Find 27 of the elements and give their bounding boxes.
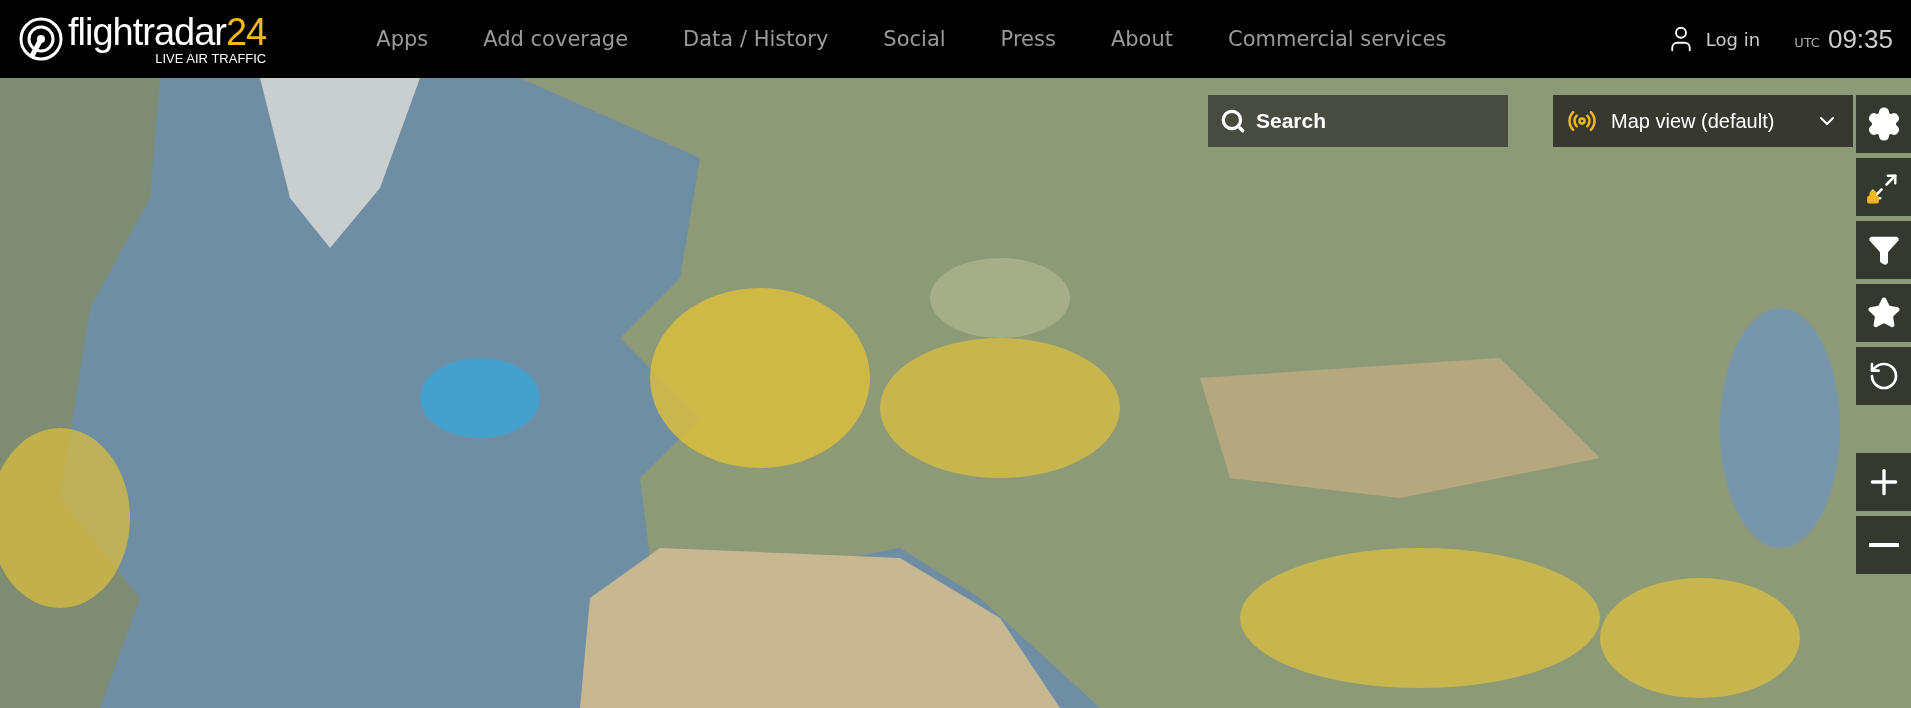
zoom-out-button[interactable] bbox=[1856, 516, 1911, 574]
filter-icon bbox=[1867, 234, 1900, 266]
nav-link[interactable]: About bbox=[1110, 27, 1173, 51]
logo-wordmark[interactable]: flightradar24 bbox=[68, 12, 267, 51]
filter-button[interactable] bbox=[1856, 221, 1911, 279]
settings-button[interactable] bbox=[1856, 95, 1911, 153]
nav-link[interactable]: Press bbox=[1000, 27, 1056, 51]
nav-link[interactable]: Commercial services bbox=[1228, 27, 1447, 51]
search-icon bbox=[1220, 108, 1246, 134]
search-field[interactable]: Search bbox=[1208, 95, 1508, 147]
logo-tagline: LIVE AIR TRAFFIC bbox=[155, 50, 267, 66]
minus-icon bbox=[1868, 543, 1899, 547]
search-input[interactable]: Search bbox=[1256, 95, 1496, 147]
nav-link[interactable]: Add coverage bbox=[483, 27, 629, 51]
login-link[interactable]: Log in bbox=[1665, 24, 1761, 54]
clock-time: 09:35 bbox=[1827, 23, 1893, 55]
zoom-in-button[interactable] bbox=[1856, 453, 1911, 511]
map-view-dropdown[interactable]: Map view (default) bbox=[1553, 95, 1853, 147]
radar-logo-icon bbox=[18, 16, 64, 62]
playback-button[interactable] bbox=[1856, 347, 1911, 405]
timezone-label: UTC bbox=[1794, 34, 1820, 50]
nav-link[interactable]: Apps bbox=[376, 27, 429, 51]
nav-link[interactable]: Data / History bbox=[683, 27, 829, 51]
favorites-button[interactable] bbox=[1856, 284, 1911, 342]
star-icon bbox=[1866, 296, 1901, 330]
fullscreen-button[interactable] bbox=[1856, 158, 1911, 216]
nav-link[interactable]: Social bbox=[883, 27, 946, 51]
